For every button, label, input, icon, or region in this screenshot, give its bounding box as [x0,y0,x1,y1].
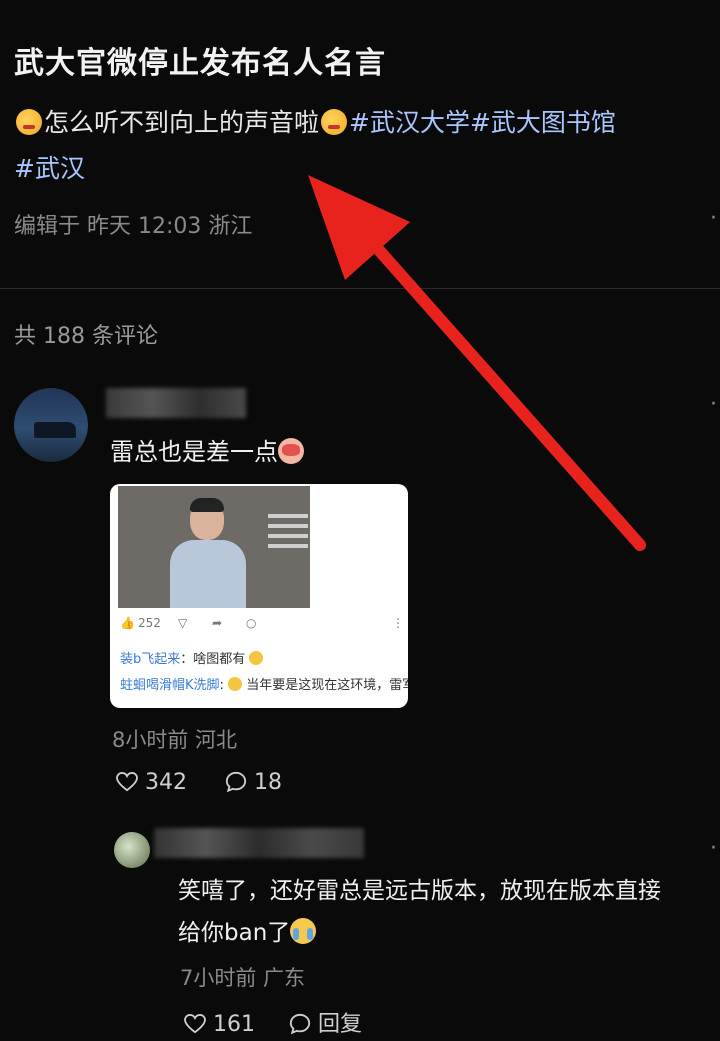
hashtag-link[interactable]: #武大图书馆 [470,108,616,137]
more-options-icon[interactable]: · [710,206,717,231]
arrow-shaft [364,234,646,551]
image-reply-text: ：啥图都有 [180,652,246,667]
blurred-username[interactable] [106,388,246,418]
comment-text-line: 笑嘻了，还好雷总是远古版本，放现在版本直接 [178,878,661,904]
like-count: 342 [145,770,187,795]
more-options-icon[interactable]: · [710,392,717,417]
share-icon: ➦ [212,616,223,630]
post-body: 怎么听不到向上的声音啦 #武汉大学#武大图书馆 #武汉 [14,100,720,192]
more-icon: ⋮ [392,616,404,630]
image-action-row: 👍 252 ▽ ➦ ○ ⋮ [116,614,404,636]
hashtag-link[interactable]: #武汉 [14,154,85,183]
hashtag-link[interactable]: #武汉大学 [349,108,470,137]
post-text: 怎么听不到向上的声音啦 [44,108,320,137]
dislike-icon: ▽ [178,616,188,630]
smile-emoji-icon [321,109,348,135]
post-meta: 编辑于 昨天 12:03 浙江 [14,214,253,239]
thumb-up-icon: 👍 [120,616,135,630]
comment-actions: 161 回复 [184,1006,362,1038]
emoji-icon [249,651,264,665]
heart-icon[interactable] [184,1014,206,1034]
comment-image[interactable]: 👍 252 ▽ ➦ ○ ⋮ 装b飞起来：啥图都有 蛀蛔喝滑帽K洗脚: 当年要是这… [110,484,408,708]
image-reply-line: 蛀蛔喝滑帽K洗脚: 当年要是这现在这环境，雷军在图书馆直接折刻了 [120,674,408,693]
reply-count: 18 [254,770,282,795]
image-reply-text: 当年要是这现在这环境，雷军在图书馆直接折刻了 [246,678,408,693]
avatar[interactable] [14,388,88,462]
post-title: 武大官微停止发布名人名言 [14,46,386,81]
smile-emoji-icon [16,109,42,135]
image-username: 蛀蛔喝滑帽K洗脚 [120,678,220,693]
avatar[interactable] [114,832,150,868]
comment-meta: 7小时前 广东 [180,966,306,990]
image-like-count: 252 [138,616,161,630]
reply-button[interactable]: 回复 [318,1012,362,1037]
divider [0,288,720,289]
image-reply-line: 装b飞起来：啥图都有 [120,648,264,667]
comment-meta: 8小时前 河北 [112,728,238,752]
reply-bubble-icon[interactable] [289,1013,311,1035]
comment-icon: ○ [246,616,257,630]
emoji-icon [228,677,243,691]
comment-text-content: 雷总也是差一点 [110,438,278,466]
crying-face-emoji-icon [278,438,304,464]
reply-bubble-icon[interactable] [225,771,247,793]
blurred-username[interactable] [154,828,364,858]
comment-count: 共 188 条评论 [14,324,158,349]
more-options-icon[interactable]: · [710,836,717,861]
heart-icon[interactable] [116,772,138,792]
video-still [118,486,310,608]
comment-text: 雷总也是差一点 [110,432,304,467]
like-count: 161 [213,1012,255,1037]
comment-text-line: 给你ban了 [178,920,291,946]
comment-actions: 342 18 [116,770,282,795]
crying-emoji-icon [290,918,317,944]
image-username: 装b飞起来 [120,652,181,667]
comment-text: 笑嘻了，还好雷总是远古版本，放现在版本直接 给你ban了 [178,870,720,954]
